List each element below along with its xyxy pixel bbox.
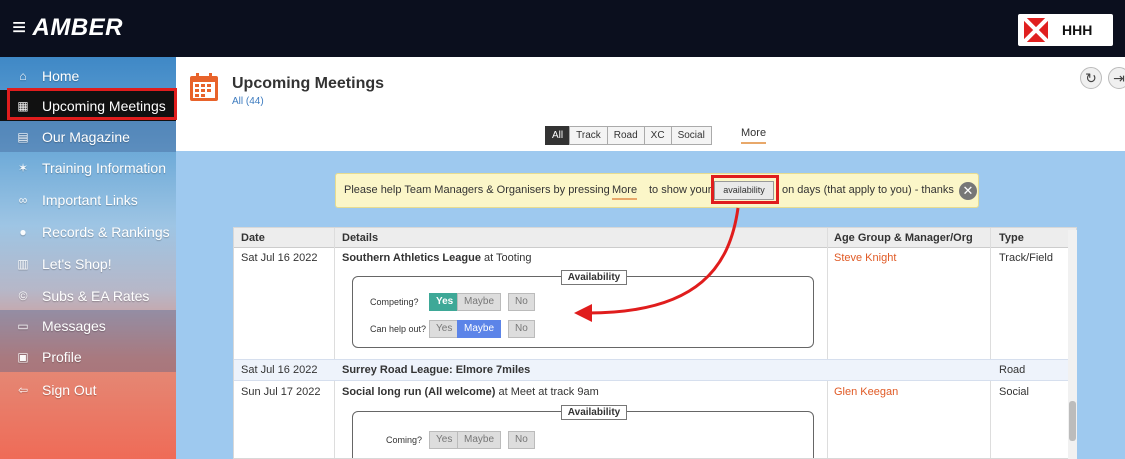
event-title: Southern Athletics League <box>342 252 481 264</box>
sidebar-item-label: Messages <box>42 317 106 334</box>
question-coming: Coming? <box>386 435 423 445</box>
event-type: Social <box>999 386 1029 398</box>
sidebar-item-label: Important Links <box>42 191 138 208</box>
sidebar-item-training-information[interactable]: ✶ Training Information <box>0 152 176 183</box>
row-details[interactable]: Social long run (All welcome) at Meet at… <box>342 386 599 398</box>
meetings-table: Date Details Age Group & Manager/Org Typ… <box>233 227 1077 459</box>
page-title: Upcoming Meetings <box>232 75 385 92</box>
table-row[interactable]: Sat Jul 16 2022 Southern Athletics Leagu… <box>234 249 1069 357</box>
highlight-box-nav <box>7 88 177 120</box>
notice-more-link[interactable]: More <box>612 184 638 200</box>
filter-road[interactable]: Road <box>606 126 645 145</box>
table-row[interactable]: Sun Jul 17 2022 Social long run (All wel… <box>234 382 1069 458</box>
row-details[interactable]: Southern Athletics League at Tooting <box>342 252 532 264</box>
help-no-button[interactable]: No <box>508 320 535 338</box>
close-icon[interactable]: ✕ <box>959 182 977 200</box>
sidebar-item-lets-shop[interactable]: ▥ Let's Shop! <box>0 248 176 279</box>
more-filter-link[interactable]: More <box>741 127 767 144</box>
manager-link[interactable]: Glen Keegan <box>834 386 898 398</box>
column-header-type[interactable]: Type <box>999 232 1024 244</box>
app-brand[interactable]: ≡ AMBER <box>12 14 123 42</box>
availability-label: Availability <box>561 405 627 420</box>
sidebar-item-profile[interactable]: ▣ Profile <box>0 341 176 372</box>
profile-icon: ▣ <box>17 349 29 364</box>
column-header-date[interactable]: Date <box>241 232 265 244</box>
availability-panel: Availability Coming? Yes Maybe No <box>352 405 814 458</box>
app-title: AMBER <box>32 14 124 41</box>
sidebar-item-label: Let's Shop! <box>42 255 112 272</box>
event-location: at Meet at track 9am <box>495 386 599 398</box>
notice-text-middle: to show your <box>649 184 712 196</box>
competing-maybe-button[interactable]: Maybe <box>457 293 502 311</box>
sidebar-item-records-rankings[interactable]: ● Records & Rankings <box>0 216 176 247</box>
filter-track[interactable]: Track <box>569 126 608 145</box>
filter-group: All Track Road XC Social <box>545 126 712 145</box>
notice-text-before: Please help Team Managers & Organisers b… <box>344 184 610 196</box>
event-type: Road <box>999 364 1026 376</box>
message-icon: ▭ <box>17 318 29 333</box>
table-header: Date Details Age Group & Manager/Org Typ… <box>234 228 1076 248</box>
availability-panel: Availability Competing? Yes Maybe No Can… <box>352 270 814 348</box>
home-icon: ⌂ <box>19 68 27 83</box>
row-date: Sat Jul 16 2022 <box>241 252 318 264</box>
row-date: Sat Jul 16 2022 <box>241 364 318 376</box>
event-location: at Tooting <box>480 252 532 264</box>
trophy-icon: ● <box>19 224 27 239</box>
column-header-manager[interactable]: Age Group & Manager/Org <box>834 232 973 244</box>
question-help-out: Can help out? <box>370 324 427 334</box>
refresh-icon[interactable]: ↻ <box>1080 67 1102 89</box>
event-type: Track/Field <box>999 252 1053 264</box>
shop-icon: ▥ <box>17 256 29 271</box>
row-date: Sun Jul 17 2022 <box>241 386 321 398</box>
club-name: HHH <box>1062 22 1093 38</box>
manager-link[interactable]: Steve Knight <box>834 252 896 264</box>
event-title: Social long run (All welcome) <box>342 386 496 398</box>
sidebar-item-label: Records & Rankings <box>42 223 170 240</box>
sidebar-item-important-links[interactable]: ∞ Important Links <box>0 184 176 215</box>
sidebar-item-subs-ea-rates[interactable]: © Subs & EA Rates <box>0 280 176 311</box>
export-icon[interactable]: ⇥ <box>1108 67 1125 89</box>
filter-social[interactable]: Social <box>670 126 712 145</box>
sidebar-item-label: Sign Out <box>42 381 97 398</box>
hamburger-menu-icon[interactable]: ≡ <box>12 14 27 41</box>
column-header-details[interactable]: Details <box>342 232 378 244</box>
magazine-icon: ▤ <box>17 129 29 144</box>
coming-no-button[interactable]: No <box>508 431 535 449</box>
question-competing: Competing? <box>370 297 419 307</box>
sidebar-item-label: Our Magazine <box>42 128 130 145</box>
table-row[interactable]: Sat Jul 16 2022 Surrey Road League: Elmo… <box>234 359 1069 381</box>
help-yes-button[interactable]: Yes <box>429 320 460 338</box>
competing-no-button[interactable]: No <box>508 293 535 311</box>
sidebar-item-label: Home <box>42 67 80 84</box>
meeting-count-link[interactable]: All (44) <box>232 96 264 107</box>
availability-notice: Please help Team Managers & Organisers b… <box>335 173 979 208</box>
club-selector[interactable]: HHH <box>1018 14 1113 46</box>
highlight-box-availability <box>711 175 779 204</box>
filter-xc[interactable]: XC <box>643 126 672 145</box>
top-bar: ≡ AMBER HHH <box>0 0 1125 57</box>
club-logo-icon <box>1024 18 1048 42</box>
link-icon: ∞ <box>18 192 28 207</box>
sidebar-item-label: Subs & EA Rates <box>42 287 150 304</box>
calendar-icon <box>189 72 219 102</box>
scrollbar-thumb[interactable] <box>1069 401 1076 441</box>
notice-text-after: on days (that apply to you) - thanks <box>782 184 954 196</box>
event-title[interactable]: Surrey Road League: Elmore 7miles <box>342 364 530 376</box>
coming-maybe-button[interactable]: Maybe <box>457 431 502 449</box>
signout-icon: ⇦ <box>17 382 29 397</box>
sidebar-item-messages[interactable]: ▭ Messages <box>0 310 176 341</box>
sidebar-item-label: Profile <box>42 348 82 365</box>
sidebar-item-sign-out[interactable]: ⇦ Sign Out <box>0 374 176 405</box>
competing-yes-button[interactable]: Yes <box>429 293 461 311</box>
runner-icon: ✶ <box>17 160 29 175</box>
filter-all[interactable]: All <box>545 126 571 145</box>
coin-icon: © <box>18 288 28 303</box>
availability-label: Availability <box>561 270 627 285</box>
sidebar-item-home[interactable]: ⌂ Home <box>0 60 176 91</box>
coming-yes-button[interactable]: Yes <box>429 431 460 449</box>
sidebar-item-our-magazine[interactable]: ▤ Our Magazine <box>0 121 176 152</box>
sidebar-item-label: Training Information <box>42 159 166 176</box>
help-maybe-button[interactable]: Maybe <box>457 320 502 338</box>
